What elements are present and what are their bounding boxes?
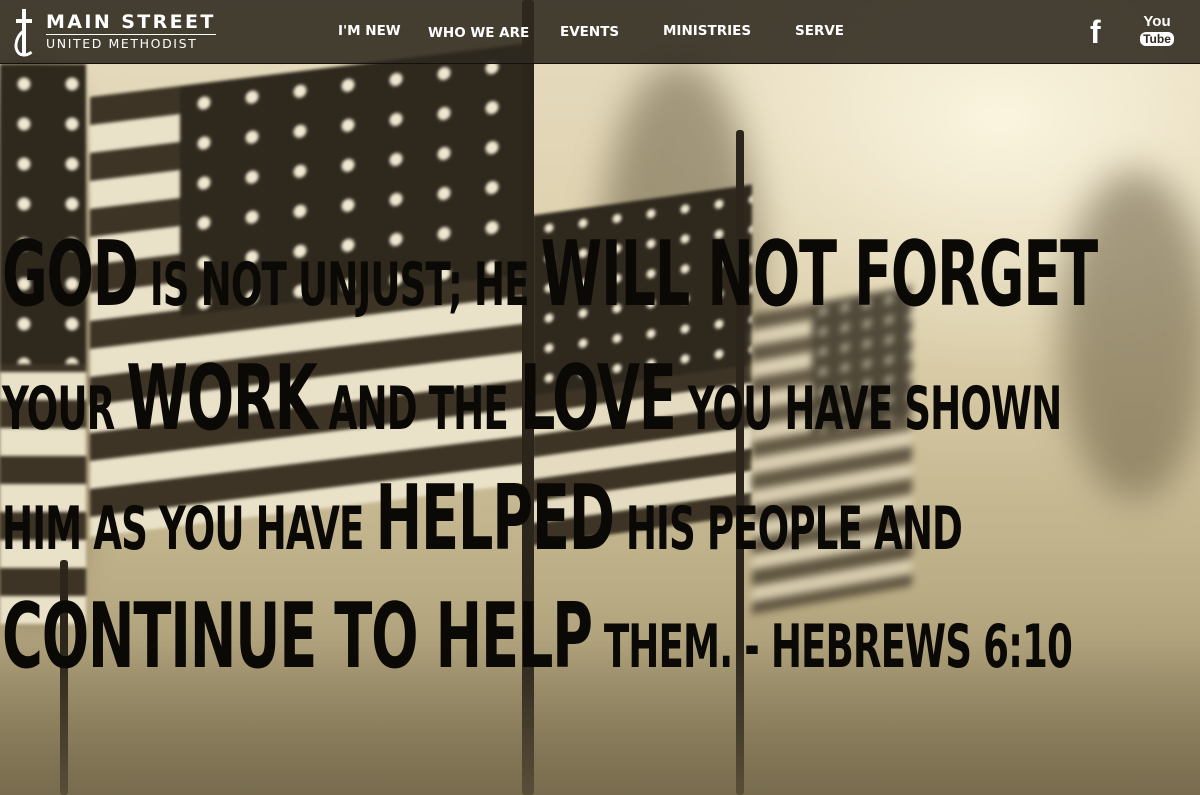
top-navbar: MAIN STREET UNITED METHODIST I'M NEW WHO… — [0, 0, 1200, 64]
cross-and-flame-icon — [12, 7, 42, 59]
youtube-icon[interactable]: You Tube — [1140, 14, 1174, 48]
background-tree — [1060, 170, 1200, 500]
nav-item-who-we-are[interactable]: WHO WE ARE — [428, 25, 529, 41]
nav-item-ministries[interactable]: MINISTRIES — [663, 23, 751, 39]
site-logo[interactable]: MAIN STREET UNITED METHODIST — [12, 6, 216, 59]
verse-citation: HEBREWS 6:10 — [770, 612, 1073, 682]
verse-word: THEM. - — [591, 612, 771, 682]
logo-title: MAIN STREET — [46, 11, 216, 36]
verse-line-2: YOUR WORK AND THE LOVE YOU HAVE SHOWN — [2, 354, 1063, 444]
verse-word: LOVE — [519, 346, 677, 451]
youtube-icon-bottom: Tube — [1140, 32, 1174, 46]
verse-word: YOU HAVE SHOWN — [675, 374, 1063, 444]
verse-word: YOUR — [2, 374, 127, 444]
facebook-icon[interactable]: f — [1090, 16, 1101, 48]
nav-item-serve[interactable]: SERVE — [795, 23, 844, 39]
verse-word: WILL NOT FORGET — [540, 222, 1099, 327]
verse-word: AND — [861, 494, 963, 564]
verse-line-4: CONTINUE TO HELP THEM. - HEBREWS 6:10 — [2, 592, 1073, 682]
verse-line-1: GOD IS NOT UNJUST; HE WILL NOT FORGET — [2, 230, 1098, 320]
verse-word: HELPED — [375, 466, 616, 571]
verse-word: AND THE — [316, 374, 520, 444]
logo-subtitle: UNITED METHODIST — [46, 36, 198, 52]
verse-word: HIS PEOPLE — [613, 494, 863, 564]
verse-word: WORK — [126, 346, 317, 451]
flag-far — [752, 285, 912, 615]
verse-word: IS NOT UNJUST; HE — [137, 250, 541, 320]
verse-word: GOD — [2, 222, 139, 327]
youtube-icon-top: You — [1143, 13, 1171, 30]
nav-item-events[interactable]: EVENTS — [560, 24, 619, 40]
nav-item-im-new[interactable]: I'M NEW — [338, 23, 401, 39]
verse-word: CONTINUE TO HELP — [2, 584, 593, 689]
logo-text: MAIN STREET UNITED METHODIST — [46, 13, 216, 51]
verse-word: HIM AS YOU HAVE — [2, 494, 376, 564]
verse-line-3: HIM AS YOU HAVE HELPED HIS PEOPLE AND — [2, 474, 963, 564]
